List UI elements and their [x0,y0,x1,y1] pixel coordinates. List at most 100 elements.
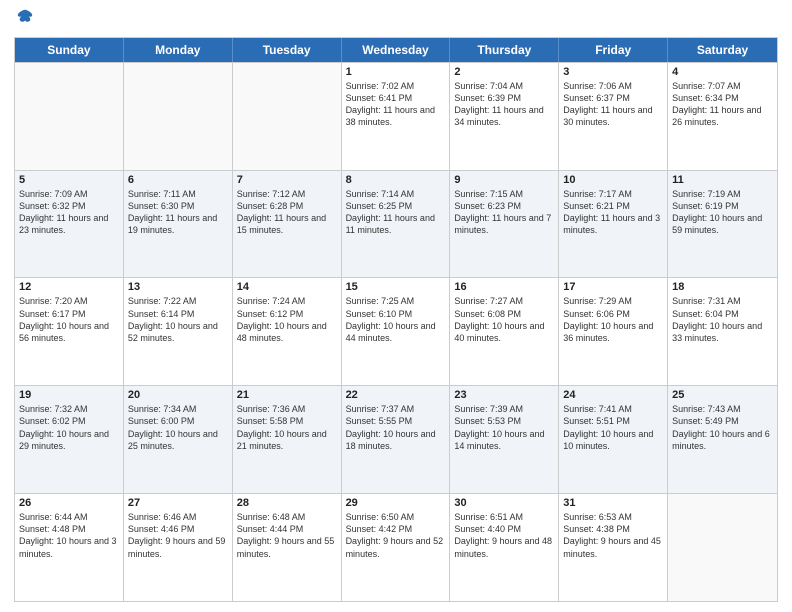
day-number: 29 [346,497,446,509]
day-number: 28 [237,497,337,509]
day-number: 6 [128,174,228,186]
cal-cell-6: 6 Sunrise: 7:11 AM Sunset: 6:30 PM Daylig… [124,171,233,278]
cell-info: Sunrise: 7:34 AM Sunset: 6:00 PM Dayligh… [128,403,228,452]
cell-info: Sunrise: 7:04 AM Sunset: 6:39 PM Dayligh… [454,80,554,129]
day-number: 5 [19,174,119,186]
week-row-4: 19 Sunrise: 7:32 AM Sunset: 6:02 PM Dayli… [15,385,777,493]
cal-cell-27: 27Sunrise: 6:46 AM Sunset: 4:46 PM Dayli… [124,494,233,601]
cell-info: Sunrise: 6:46 AM Sunset: 4:46 PM Dayligh… [128,511,228,560]
logo [14,10,34,31]
cal-cell-24: 24Sunrise: 7:41 AM Sunset: 5:51 PM Dayli… [559,386,668,493]
cell-info: Sunrise: 7:37 AM Sunset: 5:55 PM Dayligh… [346,403,446,452]
day-number: 8 [346,174,446,186]
day-number: 12 [19,281,119,293]
cal-cell-12: 12 Sunrise: 7:20 AM Sunset: 6:17 PM Dayli… [15,278,124,385]
cell-info: Sunrise: 7:02 AM Sunset: 6:41 PM Dayligh… [346,80,446,129]
cell-info: Sunrise: 7:24 AM Sunset: 6:12 PM Dayligh… [237,295,337,344]
cal-cell-26: 26 Sunrise: 6:44 AM Sunset: 4:48 PM Dayli… [15,494,124,601]
cal-cell-22: 22 Sunrise: 7:37 AM Sunset: 5:55 PM Dayli… [342,386,451,493]
day-number: 1 [346,66,446,78]
cal-cell-1: 1 Sunrise: 7:02 AM Sunset: 6:41 PM Daylig… [342,63,451,170]
cell-info: Sunrise: 7:43 AM Sunset: 5:49 PM Dayligh… [672,403,773,452]
cell-info: Sunrise: 7:09 AM Sunset: 6:32 PM Dayligh… [19,188,119,237]
cal-cell-23: 23 Sunrise: 7:39 AM Sunset: 5:53 PM Dayli… [450,386,559,493]
cell-info: Sunrise: 7:36 AM Sunset: 5:58 PM Dayligh… [237,403,337,452]
week-row-5: 26 Sunrise: 6:44 AM Sunset: 4:48 PM Dayli… [15,493,777,601]
cell-info: Sunrise: 7:07 AM Sunset: 6:34 PM Dayligh… [672,80,773,129]
cell-info: Sunrise: 7:19 AM Sunset: 6:19 PM Dayligh… [672,188,773,237]
cell-info: Sunrise: 7:32 AM Sunset: 6:02 PM Dayligh… [19,403,119,452]
cell-info: Sunrise: 6:51 AM Sunset: 4:40 PM Dayligh… [454,511,554,560]
cell-info: Sunrise: 6:44 AM Sunset: 4:48 PM Dayligh… [19,511,119,560]
header-tuesday: Tuesday [233,38,342,62]
cell-info: Sunrise: 7:06 AM Sunset: 6:37 PM Dayligh… [563,80,663,129]
cal-cell-31: 31 Sunrise: 6:53 AM Sunset: 4:38 PM Dayli… [559,494,668,601]
cell-info: Sunrise: 7:27 AM Sunset: 6:08 PM Dayligh… [454,295,554,344]
cal-cell-13: 13Sunrise: 7:22 AM Sunset: 6:14 PM Dayli… [124,278,233,385]
cal-cell-14: 14Sunrise: 7:24 AM Sunset: 6:12 PM Dayli… [233,278,342,385]
day-number: 10 [563,174,663,186]
cell-info: Sunrise: 6:53 AM Sunset: 4:38 PM Dayligh… [563,511,663,560]
cell-info: Sunrise: 7:17 AM Sunset: 6:21 PM Dayligh… [563,188,663,237]
header-monday: Monday [124,38,233,62]
cal-cell-7: 7Sunrise: 7:12 AM Sunset: 6:28 PM Daylig… [233,171,342,278]
page: SundayMondayTuesdayWednesdayThursdayFrid… [0,0,792,612]
week-row-1: 1 Sunrise: 7:02 AM Sunset: 6:41 PM Daylig… [15,62,777,170]
cell-info: Sunrise: 6:50 AM Sunset: 4:42 PM Dayligh… [346,511,446,560]
logo-text [14,10,34,31]
cal-cell-empty [233,63,342,170]
cal-cell-28: 28Sunrise: 6:48 AM Sunset: 4:44 PM Dayli… [233,494,342,601]
cell-info: Sunrise: 7:39 AM Sunset: 5:53 PM Dayligh… [454,403,554,452]
header-wednesday: Wednesday [342,38,451,62]
cal-cell-29: 29 Sunrise: 6:50 AM Sunset: 4:42 PM Dayli… [342,494,451,601]
logo-bird-icon [16,8,34,26]
day-number: 3 [563,66,663,78]
cell-info: Sunrise: 7:12 AM Sunset: 6:28 PM Dayligh… [237,188,337,237]
header-sunday: Sunday [15,38,124,62]
day-number: 30 [454,497,554,509]
cell-info: Sunrise: 7:22 AM Sunset: 6:14 PM Dayligh… [128,295,228,344]
day-number: 25 [672,389,773,401]
cell-info: Sunrise: 7:20 AM Sunset: 6:17 PM Dayligh… [19,295,119,344]
cal-cell-empty [668,494,777,601]
header-friday: Friday [559,38,668,62]
cal-cell-2: 2 Sunrise: 7:04 AM Sunset: 6:39 PM Daylig… [450,63,559,170]
calendar-body: 1 Sunrise: 7:02 AM Sunset: 6:41 PM Daylig… [15,62,777,601]
cal-cell-19: 19 Sunrise: 7:32 AM Sunset: 6:02 PM Dayli… [15,386,124,493]
cell-info: Sunrise: 7:14 AM Sunset: 6:25 PM Dayligh… [346,188,446,237]
day-number: 2 [454,66,554,78]
header [14,10,778,31]
day-number: 19 [19,389,119,401]
cal-cell-10: 10 Sunrise: 7:17 AM Sunset: 6:21 PM Dayli… [559,171,668,278]
calendar-header-row: SundayMondayTuesdayWednesdayThursdayFrid… [15,38,777,62]
cal-cell-11: 11 Sunrise: 7:19 AM Sunset: 6:19 PM Dayli… [668,171,777,278]
cal-cell-21: 21 Sunrise: 7:36 AM Sunset: 5:58 PM Dayli… [233,386,342,493]
day-number: 23 [454,389,554,401]
cal-cell-15: 15Sunrise: 7:25 AM Sunset: 6:10 PM Dayli… [342,278,451,385]
day-number: 18 [672,281,773,293]
cell-info: Sunrise: 7:11 AM Sunset: 6:30 PM Dayligh… [128,188,228,237]
week-row-3: 12 Sunrise: 7:20 AM Sunset: 6:17 PM Dayli… [15,277,777,385]
cal-cell-20: 20Sunrise: 7:34 AM Sunset: 6:00 PM Dayli… [124,386,233,493]
cal-cell-17: 17 Sunrise: 7:29 AM Sunset: 6:06 PM Dayli… [559,278,668,385]
day-number: 31 [563,497,663,509]
cal-cell-4: 4 Sunrise: 7:07 AM Sunset: 6:34 PM Daylig… [668,63,777,170]
cell-info: Sunrise: 7:29 AM Sunset: 6:06 PM Dayligh… [563,295,663,344]
cal-cell-16: 16 Sunrise: 7:27 AM Sunset: 6:08 PM Dayli… [450,278,559,385]
day-number: 17 [563,281,663,293]
header-thursday: Thursday [450,38,559,62]
day-number: 4 [672,66,773,78]
cal-cell-18: 18 Sunrise: 7:31 AM Sunset: 6:04 PM Dayli… [668,278,777,385]
week-row-2: 5 Sunrise: 7:09 AM Sunset: 6:32 PM Daylig… [15,170,777,278]
day-number: 16 [454,281,554,293]
day-number: 9 [454,174,554,186]
cell-info: Sunrise: 7:31 AM Sunset: 6:04 PM Dayligh… [672,295,773,344]
header-saturday: Saturday [668,38,777,62]
calendar: SundayMondayTuesdayWednesdayThursdayFrid… [14,37,778,602]
day-number: 26 [19,497,119,509]
cell-info: Sunrise: 7:41 AM Sunset: 5:51 PM Dayligh… [563,403,663,452]
day-number: 22 [346,389,446,401]
day-number: 21 [237,389,337,401]
day-number: 11 [672,174,773,186]
cell-info: Sunrise: 7:15 AM Sunset: 6:23 PM Dayligh… [454,188,554,237]
